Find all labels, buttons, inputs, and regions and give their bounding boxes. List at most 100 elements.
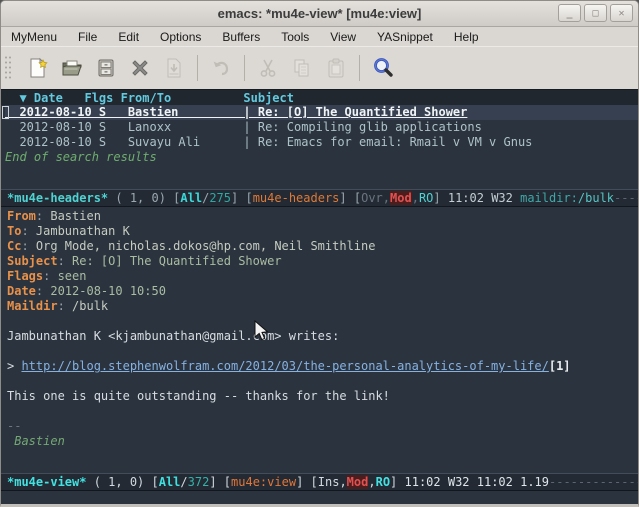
text-segment-pun: : [36, 284, 50, 298]
text-segment-mlgrey: , [412, 191, 419, 205]
text-segment-mlnum: 275 [209, 191, 231, 205]
text-segment-mlba: ] [390, 475, 404, 489]
text-segment-colhdr: ▼ Date Flgs From/To Subject [5, 91, 294, 105]
signature-separator: -- [7, 419, 638, 434]
text-segment-eos: End of search results [5, 150, 157, 164]
text-segment-mlro2: RO [376, 475, 390, 489]
text-segment-dim: -- [7, 419, 21, 433]
text-segment-mlro: RO [419, 191, 433, 205]
menu-edit[interactable]: Edit [118, 30, 139, 44]
text-segment-pun: : [43, 269, 57, 283]
delete-button[interactable] [128, 56, 152, 80]
cut-scissors-icon [257, 57, 279, 79]
message-link[interactable]: http://blog.stephenwolfram.com/2012/03/t… [21, 359, 548, 373]
text-segment-mlmaildir: maildir: [520, 191, 578, 205]
paste-clipboard-icon [325, 57, 347, 79]
copy-icon [291, 57, 313, 79]
headers-mode-line-text: *mu4e-headers* ( 1, 0) [All/275] [mu4e-h… [7, 190, 638, 206]
view-buffer: From: BastienTo: Jambunathan KCc: Org Mo… [1, 207, 638, 449]
blank-line [7, 314, 638, 329]
window-controls: _ □ ✕ [558, 4, 633, 22]
undo-button[interactable] [209, 56, 233, 80]
text-segment-body: > [7, 359, 21, 373]
headers-header-line: ▼ Date Flgs From/To Subject [1, 89, 638, 105]
text-segment-valg: Re: [O] The Quantified Shower [72, 254, 282, 268]
text-segment-lbl: To [7, 224, 21, 238]
window-title: emacs: *mu4e-view* [mu4e:view] [1, 6, 638, 21]
menu-file[interactable]: File [78, 30, 97, 44]
text-segment-mlbi: ( 1, 0) [ [108, 191, 180, 205]
text-segment-mlbi: ] [433, 191, 447, 205]
text-segment-val: Jambunathan K [36, 224, 130, 238]
header-row[interactable]: 2012-08-10 S Suvayu Ali | Re: Emacs for … [5, 135, 638, 150]
menu-options[interactable]: Options [160, 30, 201, 44]
text-segment-mltime: 11:02 W32 [448, 191, 520, 205]
save-button[interactable] [94, 56, 118, 80]
menu-tools[interactable]: Tools [281, 30, 309, 44]
menu-buffers[interactable]: Buffers [222, 30, 260, 44]
view-mode-line-text: *mu4e-view* ( 1, 0) [All/372] [mu4e:view… [7, 474, 638, 490]
blank-line [7, 344, 638, 359]
text-segment-mlalla: All [159, 475, 181, 489]
save-as-button[interactable] [162, 56, 186, 80]
text-segment-lbl: Cc [7, 239, 21, 253]
text-segment-mlgrey: Ovr [361, 191, 383, 205]
new-file-button[interactable] [26, 56, 50, 80]
end-of-search-results: End of search results [5, 150, 638, 165]
text-segment-lbl: Date [7, 284, 36, 298]
menu-mymenu[interactable]: MyMenu [11, 30, 57, 44]
menu-view[interactable]: View [330, 30, 356, 44]
close-button[interactable]: ✕ [610, 4, 633, 22]
menu-bar: MyMenu File Edit Options Buffers Tools V… [1, 27, 638, 46]
toolbar-separator [197, 55, 198, 81]
major-mode-headers: mu4e-headers [253, 191, 340, 205]
search-button[interactable] [371, 56, 395, 80]
title-bar[interactable]: emacs: *mu4e-view* [mu4e:view] _ □ ✕ [1, 1, 638, 27]
menu-yasnippet[interactable]: YASnippet [377, 30, 433, 44]
save-icon [95, 57, 117, 79]
field-to: To: Jambunathan K [7, 224, 638, 239]
paste-button[interactable] [324, 56, 348, 80]
copy-button[interactable] [290, 56, 314, 80]
field-date: Date: 2012-08-10 10:50 [7, 284, 638, 299]
echo-area [1, 491, 638, 504]
text-segment-mlbi: ] [ [339, 191, 361, 205]
toolbar-drag-handle[interactable] [4, 55, 13, 81]
view-mode-line[interactable]: *mu4e-view* ( 1, 0) [All/372] [mu4e:view… [1, 473, 638, 491]
text-segment-mldash: ---------------------------------------- [614, 191, 638, 205]
headers-column-titles: ▼ Date Flgs From/To Subject [5, 90, 638, 105]
open-file-icon [61, 57, 83, 79]
menu-help[interactable]: Help [454, 30, 479, 44]
text-segment-mlbi: ] [ [231, 191, 253, 205]
text-segment-val: Org Mode, nicholas.dokos@hp.com, Neil Sm… [36, 239, 376, 253]
blank-line [7, 374, 638, 389]
headers-row-list: 2012-08-10 S Bastien | Re: [O] The Quant… [1, 105, 638, 150]
field-maildir: Maildir: /bulk [7, 299, 638, 314]
minimize-button[interactable]: _ [558, 4, 581, 22]
view-buffer-empty-area [1, 449, 638, 473]
text-segment-rowtxt: 2012-08-10 S Suvayu Ali | Re: Emacs for … [5, 135, 532, 149]
header-row-selected[interactable]: 2012-08-10 S Bastien | Re: [O] The Quant… [5, 105, 638, 120]
buffer-name-view: *mu4e-view* [7, 475, 86, 489]
text-segment-lbl: From [7, 209, 36, 223]
maximize-button[interactable]: □ [584, 4, 607, 22]
text-segment-pun: : [58, 254, 72, 268]
open-file-button[interactable] [60, 56, 84, 80]
cut-button[interactable] [256, 56, 280, 80]
text-segment-mltimea: 11:02 W32 11:02 1.19 [405, 475, 550, 489]
headers-buffer-empty-area [1, 165, 638, 189]
headers-mode-line[interactable]: *mu4e-headers* ( 1, 0) [All/275] [mu4e-h… [1, 189, 638, 207]
field-flags: Flags: seen [7, 269, 638, 284]
header-row[interactable]: 2012-08-10 S Lanoxx | Re: Compiling glib… [5, 120, 638, 135]
text-segment-mlmod: Mod [347, 475, 369, 489]
text-segment-pun: : [58, 299, 72, 313]
text-segment-mlba: ] [ [209, 475, 231, 489]
emacs-frame: ▼ Date Flgs From/To Subject 2012-08-10 S… [1, 89, 638, 504]
text-segment-mlba: Ins [318, 475, 340, 489]
text-segment-sig: Bastien [7, 434, 65, 448]
text-segment-mlgrey: , [383, 191, 390, 205]
toolbar-separator [244, 55, 245, 81]
text-segment-mlba: , [339, 475, 346, 489]
text-segment-mlalli: All [180, 191, 202, 205]
text-segment-rowtxt: 2012-08-10 S Lanoxx | Re: Compiling glib… [5, 120, 482, 134]
